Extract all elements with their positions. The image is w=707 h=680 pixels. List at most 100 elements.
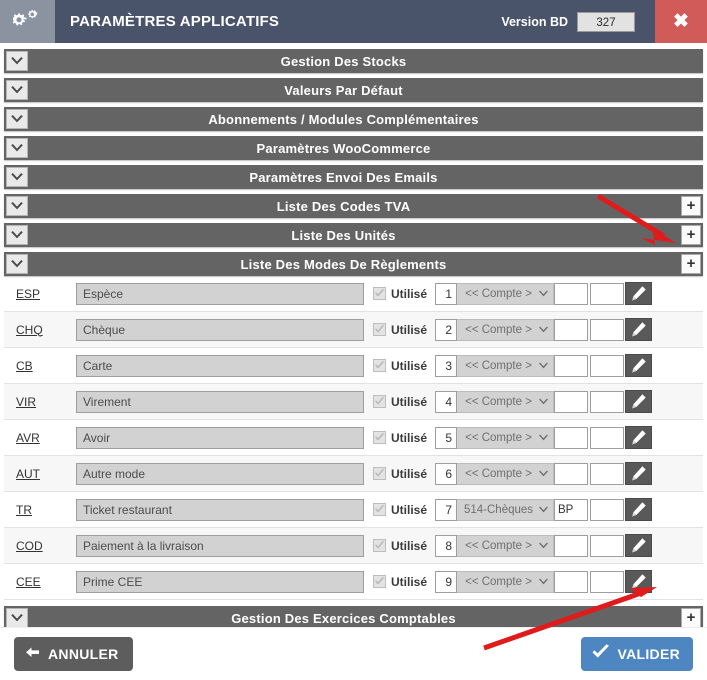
sort-order-input[interactable]: 9 — [435, 570, 458, 593]
section-header[interactable]: Liste Des Unités + — [4, 223, 703, 247]
sort-order-input[interactable]: 4 — [435, 390, 458, 413]
sort-order-input[interactable]: 3 — [435, 354, 458, 377]
pencil-icon[interactable] — [625, 390, 653, 413]
validate-button[interactable]: VALIDER — [581, 637, 693, 671]
sort-order-input[interactable]: 6 — [435, 462, 458, 485]
extra-code-input[interactable] — [590, 426, 625, 449]
journal-code-input[interactable] — [554, 534, 589, 557]
chevron-down-icon — [538, 326, 549, 334]
section-title: Gestion Des Exercices Comptables — [231, 610, 456, 626]
extra-code-input[interactable] — [590, 282, 625, 305]
account-select[interactable]: 514-Chèques — [457, 498, 555, 521]
used-checkbox-label: Utilisé — [391, 502, 428, 517]
payment-methods-list: ESP Espèce Utilisé 1 << Compte > CHQ Chèque Uti… — [4, 276, 703, 600]
extra-code-input[interactable] — [590, 354, 625, 377]
pencil-icon[interactable] — [625, 426, 653, 449]
payment-name-input[interactable]: Avoir — [76, 426, 364, 449]
payment-code-link[interactable]: TR — [10, 503, 76, 517]
used-checkbox[interactable] — [373, 431, 386, 444]
used-checkbox-label: Utilisé — [391, 430, 428, 445]
account-select[interactable]: << Compte > — [457, 570, 555, 593]
payment-name-input[interactable]: Ticket restaurant — [76, 498, 364, 521]
section-header[interactable]: Gestion Des Exercices Comptables + — [4, 606, 703, 627]
sort-order-input[interactable]: 5 — [435, 426, 458, 449]
journal-code-input[interactable] — [554, 426, 589, 449]
journal-code-input[interactable] — [554, 390, 589, 413]
sort-order-input[interactable]: 1 — [435, 282, 458, 305]
validate-button-label: VALIDER — [617, 646, 680, 662]
account-select[interactable]: << Compte > — [457, 390, 555, 413]
pencil-icon[interactable] — [625, 498, 653, 521]
sort-order-input[interactable]: 2 — [435, 318, 458, 341]
section-header[interactable]: Abonnements / Modules Complémentaires — [4, 107, 703, 131]
used-checkbox[interactable] — [373, 287, 386, 300]
account-select[interactable]: << Compte > — [457, 282, 555, 305]
extra-code-input[interactable] — [590, 498, 625, 521]
payment-code-link[interactable]: COD — [10, 539, 76, 553]
used-checkbox[interactable] — [373, 359, 386, 372]
payment-code-link[interactable]: AUT — [10, 467, 76, 481]
pencil-icon[interactable] — [625, 534, 653, 557]
payment-name-input[interactable]: Virement — [76, 390, 364, 413]
cancel-button[interactable]: ANNULER — [14, 637, 133, 671]
used-checkbox[interactable] — [373, 503, 386, 516]
pencil-icon[interactable] — [625, 318, 653, 341]
account-select[interactable]: << Compte > — [457, 318, 555, 341]
extra-code-input[interactable] — [590, 462, 625, 485]
add-item-button[interactable]: + — [681, 608, 701, 627]
account-select[interactable]: << Compte > — [457, 426, 555, 449]
extra-code-input[interactable] — [590, 318, 625, 341]
journal-code-input[interactable]: BP — [554, 498, 589, 521]
payment-name-input[interactable]: Paiement à la livraison — [76, 534, 364, 557]
account-select[interactable]: << Compte > — [457, 354, 555, 377]
gears-icon — [0, 0, 55, 43]
sort-order-input[interactable]: 7 — [435, 498, 458, 521]
used-checkbox-label: Utilisé — [391, 322, 428, 337]
used-checkbox[interactable] — [373, 323, 386, 336]
add-item-button[interactable]: + — [681, 196, 701, 216]
payment-code-link[interactable]: CEE — [10, 575, 76, 589]
section-header[interactable]: Paramètres WooCommerce — [4, 136, 703, 160]
payment-name-input[interactable]: Chèque — [76, 318, 364, 341]
extra-code-input[interactable] — [590, 570, 625, 593]
payment-method-row: ESP Espèce Utilisé 1 << Compte > — [4, 276, 703, 312]
payment-code-link[interactable]: ESP — [10, 287, 76, 301]
used-checkbox[interactable] — [373, 467, 386, 480]
chevron-down-icon — [538, 470, 549, 478]
add-item-button[interactable]: + — [681, 225, 701, 245]
chevron-down-icon — [538, 398, 549, 406]
used-checkbox-label: Utilisé — [391, 466, 428, 481]
extra-code-input[interactable] — [590, 534, 625, 557]
journal-code-input[interactable] — [554, 570, 589, 593]
account-select[interactable]: << Compte > — [457, 462, 555, 485]
sort-order-input[interactable]: 8 — [435, 534, 458, 557]
payment-name-input[interactable]: Prime CEE — [76, 570, 364, 593]
used-checkbox[interactable] — [373, 539, 386, 552]
payment-name-input[interactable]: Autre mode — [76, 462, 364, 485]
account-select[interactable]: << Compte > — [457, 534, 555, 557]
payment-name-input[interactable]: Espèce — [76, 282, 364, 305]
section-header[interactable]: Valeurs Par Défaut — [4, 78, 703, 102]
journal-code-input[interactable] — [554, 282, 589, 305]
pencil-icon[interactable] — [625, 570, 653, 593]
close-button[interactable]: ✖ — [655, 0, 707, 43]
payment-name-input[interactable]: Carte — [76, 354, 364, 377]
section-header[interactable]: Liste Des Modes De Règlements + — [4, 252, 703, 276]
extra-code-input[interactable] — [590, 390, 625, 413]
section-header[interactable]: Gestion Des Stocks — [4, 49, 703, 73]
pencil-icon[interactable] — [625, 462, 653, 485]
add-item-button[interactable]: + — [681, 254, 701, 274]
used-checkbox[interactable] — [373, 395, 386, 408]
journal-code-input[interactable] — [554, 354, 589, 377]
section-header[interactable]: Liste Des Codes TVA + — [4, 194, 703, 218]
journal-code-input[interactable] — [554, 462, 589, 485]
section-header[interactable]: Paramètres Envoi Des Emails — [4, 165, 703, 189]
payment-code-link[interactable]: CB — [10, 359, 76, 373]
pencil-icon[interactable] — [625, 282, 653, 305]
payment-code-link[interactable]: VIR — [10, 395, 76, 409]
pencil-icon[interactable] — [625, 354, 653, 377]
used-checkbox[interactable] — [373, 575, 386, 588]
payment-code-link[interactable]: CHQ — [10, 323, 76, 337]
journal-code-input[interactable] — [554, 318, 589, 341]
payment-code-link[interactable]: AVR — [10, 431, 76, 445]
